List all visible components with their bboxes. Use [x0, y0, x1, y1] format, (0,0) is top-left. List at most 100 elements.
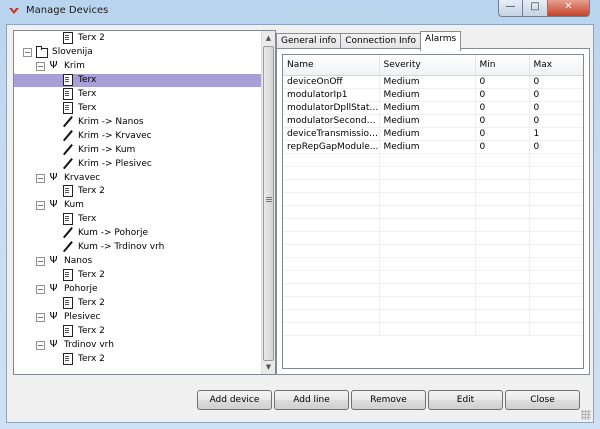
empty-cell [379, 283, 476, 297]
close-icon: ✕ [564, 1, 573, 12]
column-header-severity[interactable]: Severity [379, 55, 476, 76]
expander-icon[interactable]: − [36, 285, 45, 295]
tree-node[interactable]: Ψ Pohorje [48, 283, 100, 296]
minimize-button[interactable]: — [498, 0, 523, 17]
table-row[interactable]: repRepGapModule... Medium 0 0 [283, 140, 583, 154]
tree-node[interactable]: Ψ Plesivec [48, 311, 102, 324]
empty-cell [529, 322, 583, 336]
add-device-button[interactable]: Add device [197, 390, 272, 410]
empty-cell [475, 309, 530, 323]
line-icon [62, 144, 73, 155]
empty-cell [379, 257, 476, 271]
empty-cell [475, 179, 530, 193]
tree-node[interactable]: Terx [62, 101, 98, 115]
empty-row [283, 179, 583, 193]
table-row[interactable]: deviceOnOff Medium 0 0 [283, 75, 583, 89]
tree-node[interactable]: Krim -> Kum [62, 144, 137, 157]
expander-icon[interactable]: − [36, 340, 45, 350]
scroll-down-icon[interactable]: ▼ [262, 360, 275, 374]
scrollbar-thumb[interactable] [263, 46, 274, 361]
empty-row [283, 192, 583, 206]
tree-node[interactable]: Terx [14, 73, 261, 87]
doc-icon [62, 87, 73, 100]
empty-row [283, 153, 583, 167]
tree-node[interactable]: Ψ Nanos [48, 255, 94, 268]
close-window-button[interactable]: ✕ [548, 0, 590, 17]
tree-node[interactable]: Ψ Krvavec [48, 172, 102, 185]
empty-cell [529, 205, 583, 219]
column-header-name[interactable]: Name [283, 55, 380, 76]
tree-node[interactable]: Terx 2 [62, 185, 107, 198]
alarms-tab-panel: Name Severity Min Max deviceOnOff Medium 0… [276, 48, 590, 375]
empty-cell [529, 257, 583, 271]
column-header-min[interactable]: Min [475, 55, 530, 76]
empty-cell [475, 322, 530, 336]
edit-button[interactable]: Edit [428, 390, 503, 410]
expander-icon[interactable]: − [36, 201, 45, 211]
empty-cell [475, 192, 530, 206]
resize-grip[interactable] [581, 410, 591, 420]
expander-icon[interactable]: − [36, 257, 45, 267]
tree-node-label: Terx [78, 214, 97, 225]
tree-node-label: Krim -> Plesivec [78, 158, 152, 169]
empty-cell [475, 153, 530, 167]
tree-node[interactable]: Terx 2 [62, 324, 107, 338]
empty-cell [475, 257, 530, 271]
empty-cell [283, 244, 380, 258]
tree-node[interactable]: Ψ Krim [48, 60, 87, 73]
table-row[interactable]: modulatorSecondar... Medium 0 0 [283, 114, 583, 128]
empty-cell [379, 309, 476, 323]
alarms-grid[interactable]: Name Severity Min Max deviceOnOff Medium 0… [282, 54, 584, 369]
column-header-max[interactable]: Max [529, 55, 583, 76]
add-line-button[interactable]: Add line [274, 390, 349, 410]
tree-node-label: Terx 2 [78, 33, 105, 43]
tree-viewport: Terx 2− Slovenija − Ψ Krim Terx Terx Terx Krim -… [14, 31, 261, 374]
tree-node[interactable]: Slovenija [36, 45, 95, 59]
empty-cell [283, 192, 380, 206]
expander-icon[interactable]: − [36, 61, 45, 71]
tree-node[interactable]: Terx 2 [62, 32, 107, 45]
tree-node-label: Slovenija [52, 46, 93, 57]
doc-icon [62, 73, 73, 86]
tree-node[interactable]: Ψ Kum [48, 199, 86, 212]
empty-cell [529, 153, 583, 167]
table-row[interactable]: modulatorDpllStatus Medium 0 0 [283, 101, 583, 115]
empty-cell [379, 192, 476, 206]
tree-node[interactable]: Kum -> Trdinov vrh [62, 241, 166, 254]
folder-icon [36, 45, 48, 58]
expander-icon[interactable]: − [36, 173, 45, 183]
device-tree[interactable]: Terx 2− Slovenija − Ψ Krim Terx Terx Terx Krim -… [13, 30, 276, 375]
tree-scrollbar[interactable]: ▲ ▼ [261, 31, 275, 374]
expander-icon[interactable]: − [36, 313, 45, 322]
alarm-severity-cell: Medium [379, 127, 476, 141]
dialog-body: Terx 2− Slovenija − Ψ Krim Terx Terx Terx Krim -… [6, 24, 594, 423]
close-button[interactable]: Close [505, 390, 580, 410]
tree-node[interactable]: Terx 2 [62, 269, 107, 282]
antenna-icon: Ψ [49, 283, 58, 295]
tree-node[interactable]: Terx [62, 213, 98, 226]
tab-alarms[interactable]: Alarms [420, 31, 462, 51]
tree-node[interactable]: Krim -> Nanos [62, 116, 146, 129]
minimize-icon: — [505, 1, 516, 12]
tree-node[interactable]: Terx 2 [62, 352, 107, 366]
expander-icon[interactable]: − [23, 47, 32, 57]
line-icon [62, 158, 73, 169]
tree-node[interactable]: Kum -> Pohorje [62, 227, 150, 240]
tree-node[interactable]: Terx 2 [62, 297, 107, 310]
tree-node[interactable]: Krim -> Krvavec [62, 130, 154, 143]
tree-node[interactable]: Terx [62, 87, 98, 101]
remove-button[interactable]: Remove [351, 390, 426, 410]
table-row[interactable]: deviceTransmission... Medium 0 1 [283, 127, 583, 141]
tree-node[interactable]: Krim -> Plesivec [62, 158, 154, 171]
tree-node[interactable]: Ψ Trdinov vrh [48, 339, 116, 352]
antenna-icon: Ψ [49, 171, 58, 183]
tree-node-label: Nanos [64, 256, 93, 267]
tree-node-label: Terx [78, 102, 97, 113]
scroll-up-icon[interactable]: ▲ [262, 31, 275, 45]
alarm-severity-cell: Medium [379, 101, 476, 115]
tree-node-label: Krim -> Nanos [78, 116, 144, 127]
maximize-button[interactable]: □ [523, 0, 548, 17]
empty-cell [379, 179, 476, 193]
alarm-severity-cell: Medium [379, 140, 476, 154]
table-row[interactable]: modulatorIp1 Medium 0 0 [283, 88, 583, 102]
